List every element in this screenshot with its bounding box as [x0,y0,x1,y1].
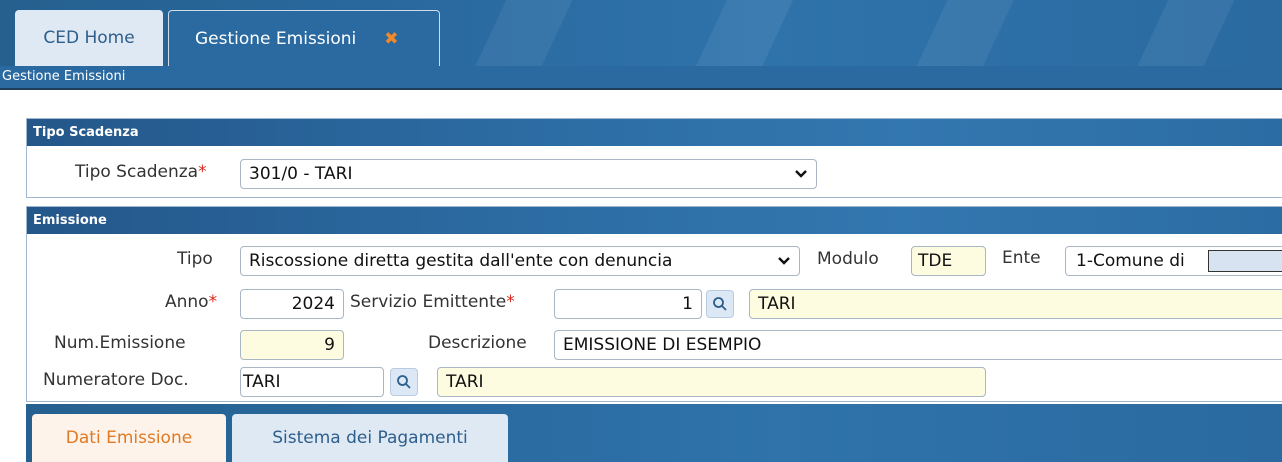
descrizione-field[interactable]: EMISSIONE DI ESEMPIO [554,330,1282,360]
tab-gestione-emissioni[interactable]: Gestione Emissioni ✖ [168,10,440,66]
search-icon [397,375,411,389]
servizio-emittente-label-text: Servizio Emittente [350,292,507,312]
search-icon [713,297,727,311]
tab-ced-home-label: CED Home [43,28,135,48]
servizio-search-button[interactable] [706,290,734,318]
ente-lookup-field[interactable] [1208,250,1282,272]
tipo-scadenza-select[interactable]: 301/0 - TARI [240,159,817,189]
tab-ced-home[interactable]: CED Home [15,10,163,66]
tipo-scadenza-value: 301/0 - TARI [249,164,353,184]
anno-field[interactable]: 2024 [240,289,344,319]
tab-sistema-pagamenti-label: Sistema dei Pagamenti [272,428,468,448]
servizio-emittente-label: Servizio Emittente* [350,292,515,312]
bottom-tab-bar: Dati Emissione Sistema dei Pagamenti [26,404,1282,462]
modulo-label: Modulo [817,249,879,269]
tipo-label: Tipo [177,249,213,269]
numeratore-doc-code-field[interactable]: TARI [240,367,384,397]
required-mark: * [208,292,218,312]
tab-bar: CED Home Gestione Emissioni ✖ [0,0,1282,66]
servizio-emittente-code: 1 [682,294,693,314]
numeratore-doc-code: TARI [243,372,281,392]
tipo-value: Riscossione diretta gestita dall'ente co… [249,251,673,271]
tab-gestione-emissioni-label: Gestione Emissioni [195,28,357,49]
ente-label: Ente [1002,248,1041,268]
numeratore-doc-label: Numeratore Doc. [43,370,189,390]
required-mark: * [506,292,515,312]
tab-dati-emissione-label: Dati Emissione [65,428,193,448]
tipo-scadenza-panel: Tipo Scadenza Tipo Scadenza* 301/0 - TAR… [26,118,1282,198]
tab-sistema-pagamenti[interactable]: Sistema dei Pagamenti [232,414,508,462]
chevron-down-icon [777,247,791,275]
servizio-emittente-code-field[interactable]: 1 [554,289,702,319]
num-emissione-field: 9 [240,330,344,360]
anno-value: 2024 [291,294,335,314]
num-emissione-value: 9 [324,335,335,355]
emissione-panel: Emissione Tipo Riscossione diretta gesti… [26,206,1282,402]
ente-field[interactable]: 1-Comune di [1065,246,1282,276]
numeratore-doc-desc-field: TARI [437,367,986,397]
numeratore-search-button[interactable] [390,368,418,396]
anno-label: Anno* [165,292,217,312]
descrizione-label: Descrizione [428,333,527,353]
modulo-value: TDE [918,251,953,271]
ente-value: 1-Comune di [1076,251,1185,271]
tab-bar-decoration [440,0,1282,66]
descrizione-value: EMISSIONE DI ESEMPIO [563,335,762,355]
anno-label-text: Anno [165,292,209,312]
tipo-scadenza-label: Tipo Scadenza* [75,162,207,182]
chevron-down-icon [794,160,808,188]
close-icon[interactable]: ✖ [384,29,398,49]
tipo-scadenza-panel-title: Tipo Scadenza [27,119,1282,146]
tipo-select[interactable]: Riscossione diretta gestita dall'ente co… [240,246,800,276]
modulo-field[interactable]: TDE [911,246,986,276]
breadcrumb: Gestione Emissioni [0,66,1282,90]
breadcrumb-label: Gestione Emissioni [2,69,126,84]
numeratore-doc-desc: TARI [446,372,484,392]
servizio-emittente-desc-field: TARI [749,289,1282,319]
emissione-panel-title: Emissione [27,207,1282,234]
tipo-scadenza-label-text: Tipo Scadenza [75,162,199,182]
num-emissione-label: Num.Emissione [54,333,186,353]
tab-dati-emissione[interactable]: Dati Emissione [32,414,226,462]
required-mark: * [198,162,207,182]
servizio-emittente-desc: TARI [758,294,796,314]
